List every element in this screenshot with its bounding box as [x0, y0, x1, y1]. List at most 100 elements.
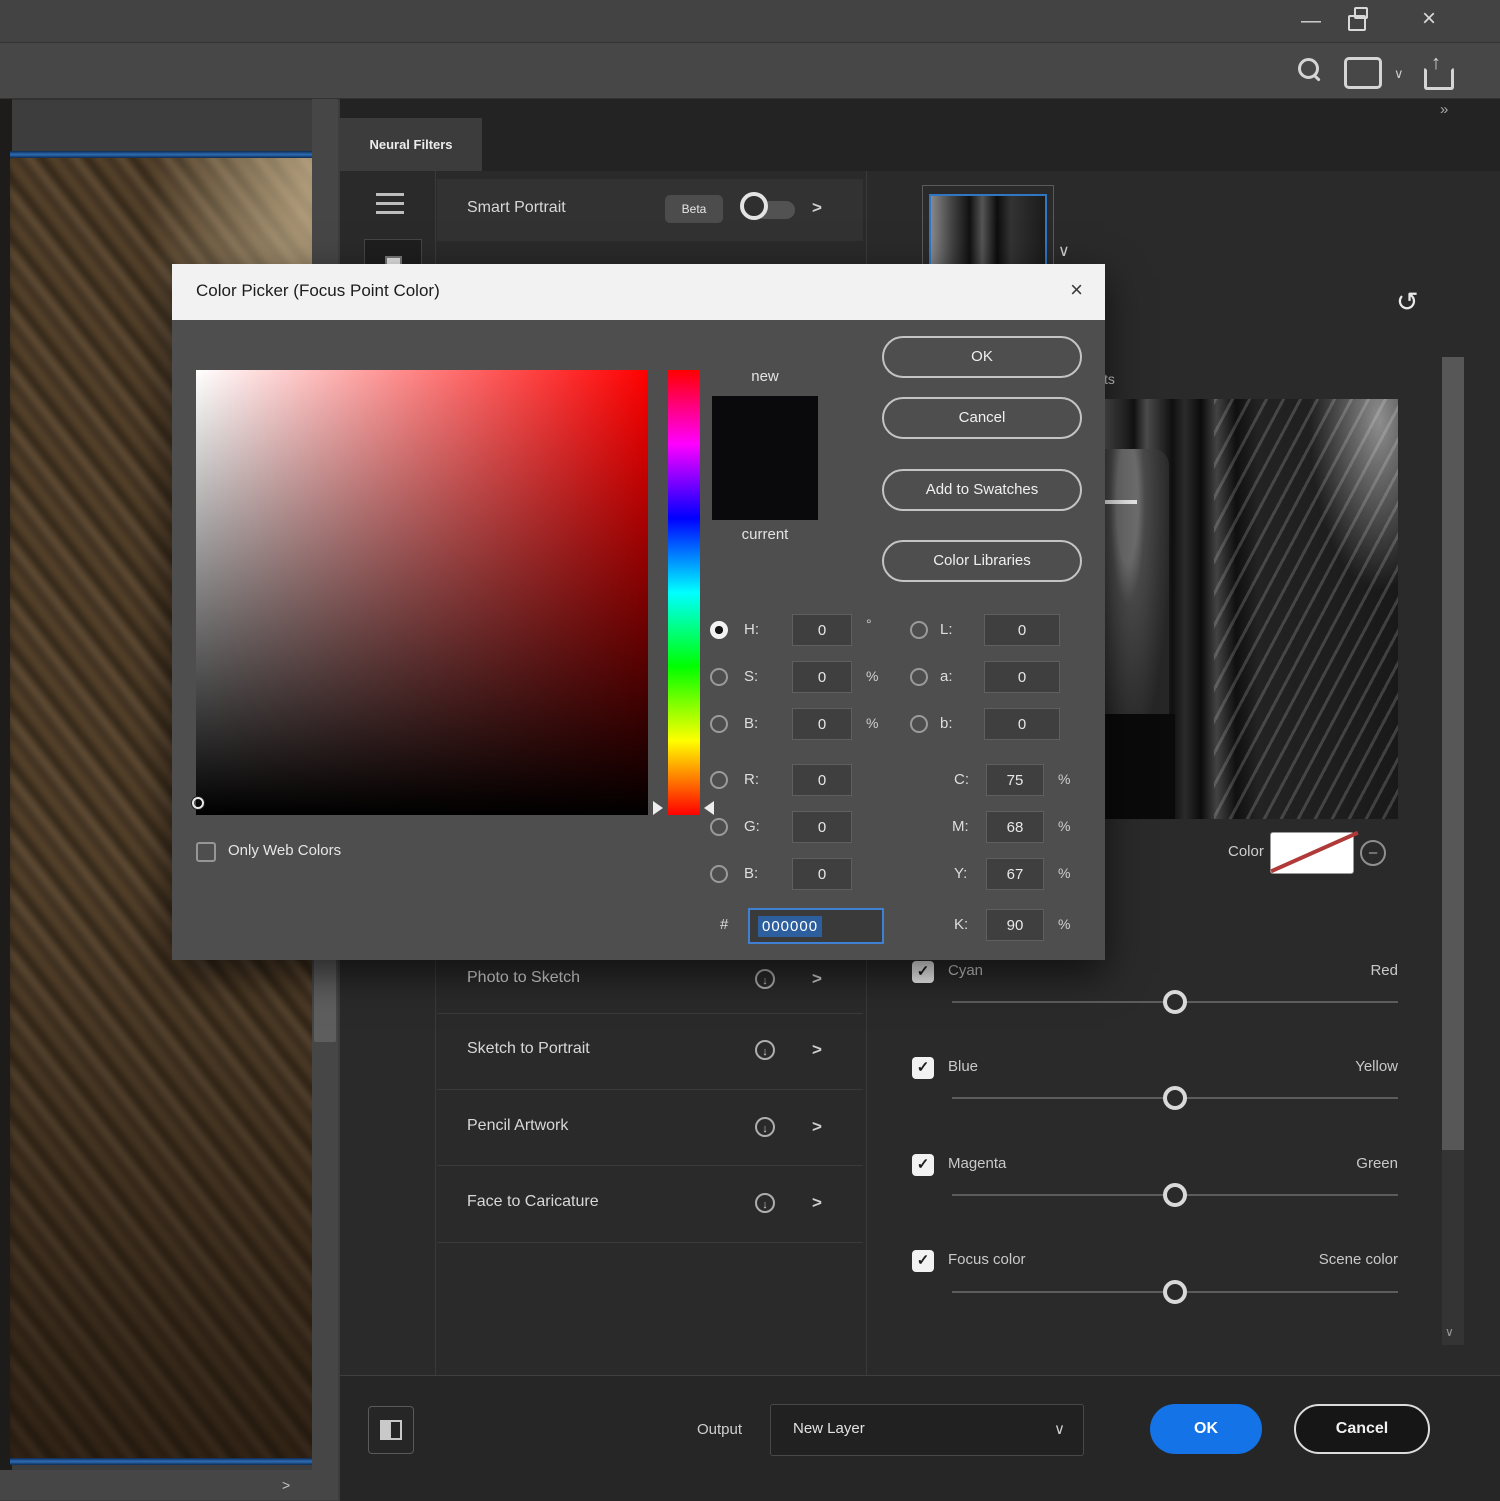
- chevron-right-icon[interactable]: >: [812, 198, 822, 218]
- c-label: C:: [954, 771, 969, 788]
- chevron-right-icon[interactable]: >: [812, 1040, 822, 1060]
- slider-thumb[interactable]: [1163, 990, 1187, 1014]
- k-input[interactable]: 90: [986, 909, 1044, 941]
- panel-expand-icon[interactable]: »: [1440, 101, 1448, 118]
- selection-edge-bottom: [10, 1458, 312, 1465]
- hex-input[interactable]: 000000: [748, 908, 884, 944]
- g-input[interactable]: 0: [792, 811, 852, 843]
- m-input[interactable]: 68: [986, 811, 1044, 843]
- filter-row-pencil-artwork[interactable]: Pencil Artwork ↓ >: [437, 1090, 863, 1166]
- cancel-button[interactable]: Cancel: [882, 397, 1082, 439]
- current-color-label: current: [712, 526, 818, 543]
- dialog-titlebar[interactable]: Color Picker (Focus Point Color) ×: [172, 264, 1105, 320]
- checkbox-cyan[interactable]: ✓: [912, 961, 934, 983]
- radio-g[interactable]: [710, 818, 728, 836]
- download-icon[interactable]: ↓: [755, 1040, 775, 1060]
- add-to-swatches-button[interactable]: Add to Swatches: [882, 469, 1082, 511]
- b-unit: %: [866, 715, 878, 731]
- filter-name: Sketch to Portrait: [467, 1040, 590, 1058]
- check-icon: ✓: [917, 1156, 930, 1173]
- dialog-title: Color Picker (Focus Point Color): [196, 281, 440, 301]
- ok-button[interactable]: OK: [882, 336, 1082, 378]
- color-libraries-button[interactable]: Color Libraries: [882, 540, 1082, 582]
- radio-l[interactable]: [910, 621, 928, 639]
- minimize-button[interactable]: —: [1294, 8, 1328, 34]
- panel-scrollbar-thumb[interactable]: [1442, 357, 1464, 1150]
- minimize-icon: —: [1301, 10, 1321, 32]
- s-input[interactable]: 0: [792, 661, 852, 693]
- search-button[interactable]: [1298, 58, 1326, 86]
- scroll-down-icon[interactable]: ∨: [1445, 1325, 1454, 1339]
- scroll-right-icon[interactable]: >: [282, 1478, 290, 1492]
- checkbox-focus-color[interactable]: ✓: [912, 1250, 934, 1272]
- hue-handle-left[interactable]: [653, 801, 663, 815]
- c-input[interactable]: 75: [986, 764, 1044, 796]
- dialog-close-button[interactable]: ×: [1070, 277, 1083, 303]
- filter-row-face-to-caricature[interactable]: Face to Caricature ↓ >: [437, 1166, 863, 1243]
- l-input[interactable]: 0: [984, 614, 1060, 646]
- arrange-icon: [1344, 57, 1382, 89]
- download-icon[interactable]: ↓: [755, 1193, 775, 1213]
- hex-value-selected: 000000: [758, 916, 822, 937]
- slider-thumb[interactable]: [1163, 1086, 1187, 1110]
- radio-r[interactable]: [710, 771, 728, 789]
- lab-b-label: b:: [940, 715, 953, 732]
- restore-button[interactable]: [1348, 12, 1382, 38]
- a-input[interactable]: 0: [984, 661, 1060, 693]
- only-web-colors-checkbox[interactable]: [196, 842, 216, 862]
- radio-b2[interactable]: [710, 865, 728, 883]
- collapse-chevron-icon[interactable]: ∨: [1058, 241, 1070, 261]
- radio-b[interactable]: [710, 715, 728, 733]
- chevron-right-icon[interactable]: >: [812, 969, 822, 989]
- output-select[interactable]: New Layer ∨: [770, 1404, 1084, 1456]
- hue-slider[interactable]: [668, 370, 700, 815]
- focus-color-swatch[interactable]: [1270, 832, 1354, 874]
- saturation-brightness-field[interactable]: [196, 370, 648, 815]
- radio-lab-b[interactable]: [910, 715, 928, 733]
- b2-input[interactable]: 0: [792, 858, 852, 890]
- a-label: a:: [940, 668, 953, 685]
- filter-row-smart-portrait[interactable]: Smart Portrait Beta >: [437, 179, 863, 241]
- close-icon: ×: [1422, 5, 1436, 32]
- filter-toggle[interactable]: [740, 192, 768, 220]
- h-label: H:: [744, 621, 759, 638]
- minus-icon: –: [1369, 844, 1377, 861]
- remove-color-button[interactable]: –: [1360, 840, 1386, 866]
- r-label: R:: [744, 771, 759, 788]
- tab-neural-filters[interactable]: Neural Filters: [340, 118, 482, 171]
- reset-icon[interactable]: ↺: [1396, 287, 1419, 318]
- color-field-cursor[interactable]: [192, 797, 204, 809]
- close-button[interactable]: ×: [1412, 6, 1446, 32]
- lab-b-input[interactable]: 0: [984, 708, 1060, 740]
- all-filters-icon[interactable]: [376, 193, 404, 215]
- slider-thumb[interactable]: [1163, 1183, 1187, 1207]
- canvas-vertical-scrollbar-thumb[interactable]: [314, 956, 336, 1042]
- b-input[interactable]: 0: [792, 708, 852, 740]
- h-input[interactable]: 0: [792, 614, 852, 646]
- chevron-right-icon[interactable]: >: [812, 1117, 822, 1137]
- download-icon[interactable]: ↓: [755, 1117, 775, 1137]
- radio-h[interactable]: [710, 621, 728, 639]
- share-button[interactable]: ↑: [1424, 55, 1456, 89]
- hue-handle-right[interactable]: [704, 801, 714, 815]
- preview-split-button[interactable]: [368, 1406, 414, 1454]
- y-input[interactable]: 67: [986, 858, 1044, 890]
- slider-thumb[interactable]: [1163, 1280, 1187, 1304]
- chevron-down-icon: ∨: [1394, 66, 1404, 81]
- checkbox-blue[interactable]: ✓: [912, 1057, 934, 1079]
- download-icon[interactable]: ↓: [755, 969, 775, 989]
- chevron-right-icon[interactable]: >: [812, 1193, 822, 1213]
- filter-row-sketch-to-portrait[interactable]: Sketch to Portrait ↓ >: [437, 1013, 863, 1090]
- checkbox-magenta[interactable]: ✓: [912, 1154, 934, 1176]
- panel-scrollbar[interactable]: [1442, 357, 1464, 1345]
- r-input[interactable]: 0: [792, 764, 852, 796]
- slider-right-label: Red: [948, 962, 1398, 979]
- arrange-menu-chevron[interactable]: ∨: [1394, 66, 1404, 82]
- radio-s[interactable]: [710, 668, 728, 686]
- radio-a[interactable]: [910, 668, 928, 686]
- apply-ok-button[interactable]: OK: [1150, 1404, 1262, 1454]
- canvas-horizontal-scrollbar[interactable]: >: [0, 1470, 338, 1500]
- new-current-color-swatch: [712, 396, 818, 520]
- apply-cancel-button[interactable]: Cancel: [1294, 1404, 1430, 1454]
- options-bar: ∨ ↑: [0, 43, 1500, 100]
